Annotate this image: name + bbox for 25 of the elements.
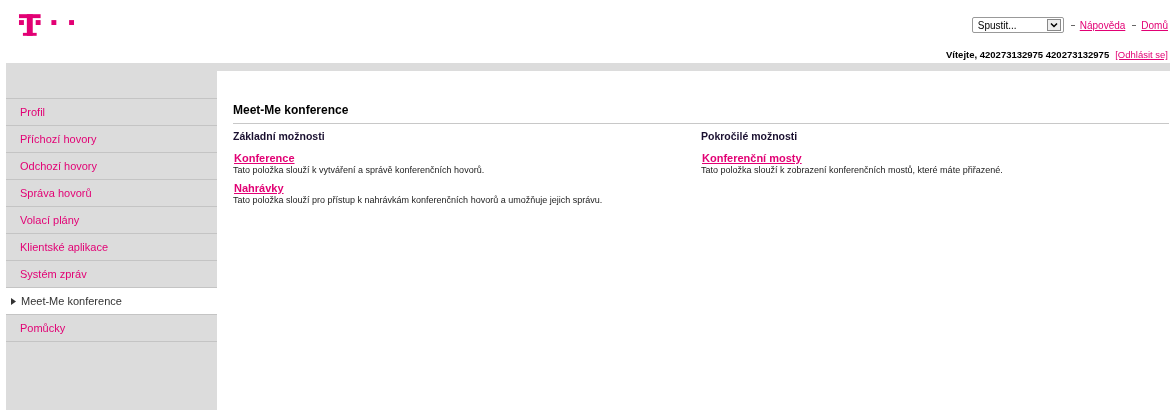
option-link[interactable]: Konference xyxy=(234,152,295,164)
header-link[interactable]: Domů xyxy=(1141,19,1168,31)
option-link[interactable]: Konferenční mosty xyxy=(702,152,802,164)
option-description: Tato položka slouží pro přístup k nahrávkám konferenčních hovorů a umožňuje jejich správu. xyxy=(233,195,604,205)
page-title: Meet-Me konference xyxy=(233,103,1169,124)
sidebar-item[interactable]: Profil xyxy=(6,99,217,126)
sidebar-item[interactable]: Příchozí hovory xyxy=(6,126,217,153)
welcome-text: Vítejte, 420273132975 420273132975 xyxy=(945,49,1110,60)
sidebar-item[interactable]: Meet-Me konference xyxy=(6,288,217,315)
sidebar-item[interactable]: Volací plány xyxy=(6,207,217,234)
sidebar-item[interactable]: Klientské aplikace xyxy=(6,234,217,261)
sidebar-item[interactable]: Odchozí hovory xyxy=(6,153,217,180)
option-description: Tato položka slouží k zobrazení konferenčních mostů, které máte přiřazené. xyxy=(701,165,1004,175)
caret-icon xyxy=(1046,19,1061,31)
sidebar-item[interactable]: Správa hovorů xyxy=(6,180,217,207)
option-description: Tato položka slouží k vytváření a správě konferenčních hovorů. xyxy=(233,165,486,175)
logo-icon xyxy=(18,14,75,36)
header-link[interactable]: Nápověda xyxy=(1079,19,1126,31)
launcher-dropdown[interactable]: Spustit... xyxy=(971,17,1064,33)
triangle-icon xyxy=(11,298,16,305)
option-link[interactable]: Nahrávky xyxy=(234,182,284,194)
logout-link[interactable]: [Odhlásit se] xyxy=(1115,49,1168,60)
sidebar-item[interactable]: Pomůcky xyxy=(6,315,217,342)
section-heading: Základní možnosti xyxy=(233,130,326,142)
section-heading: Pokročilé možnosti xyxy=(701,130,799,142)
